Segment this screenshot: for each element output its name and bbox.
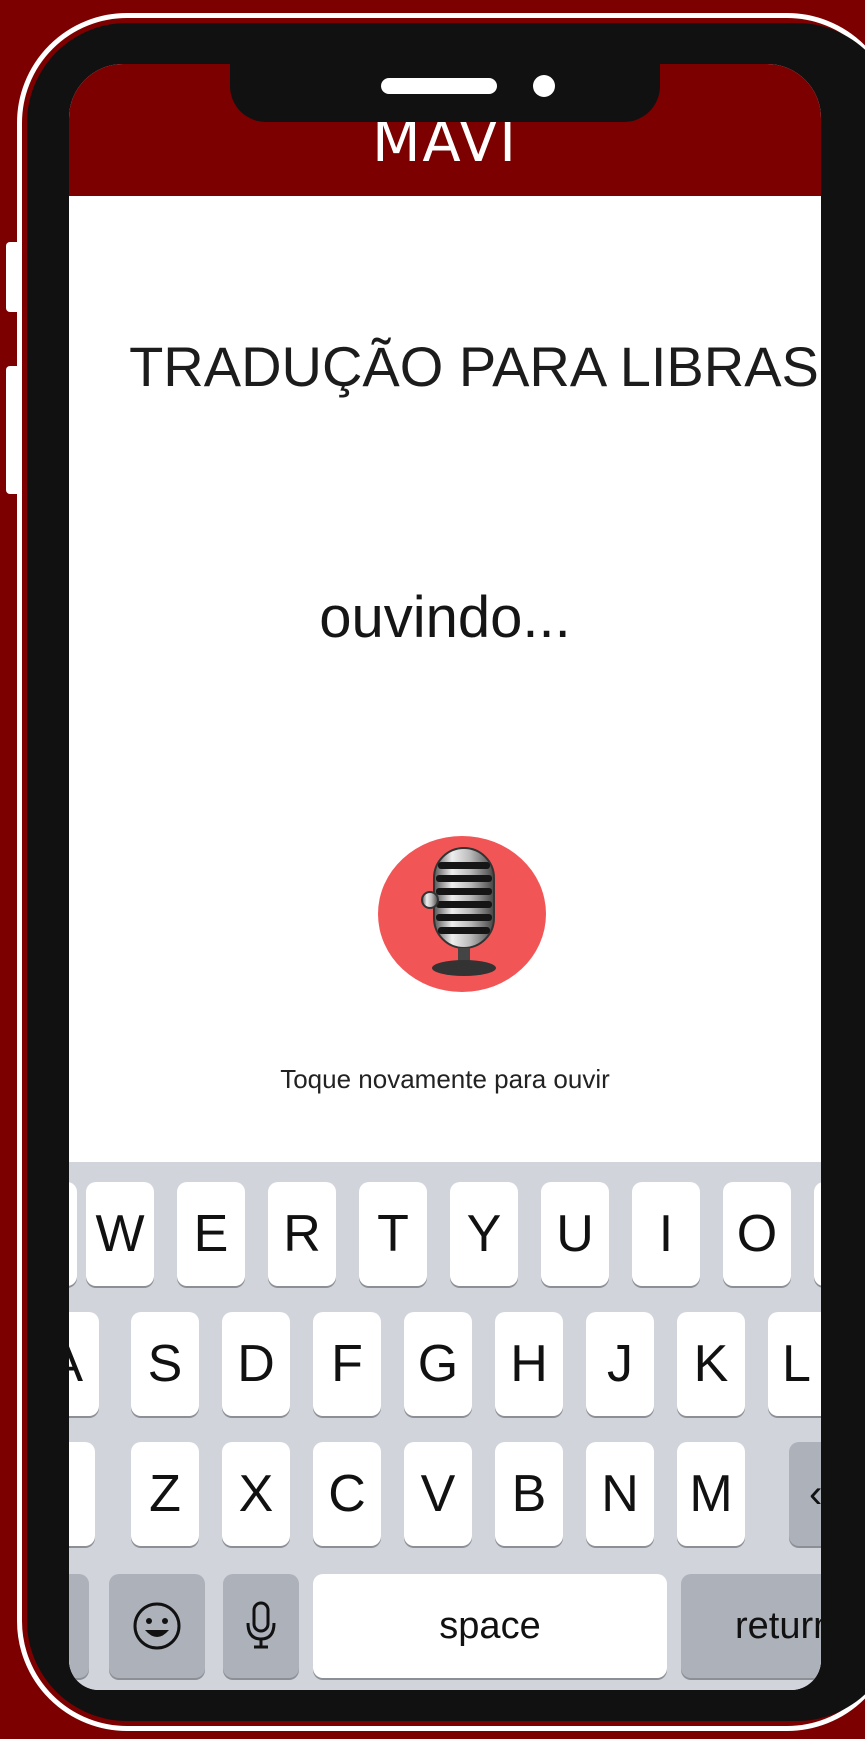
microphone-icon <box>421 847 496 976</box>
app-screen: M A V I TRADUÇÃO PARA LIBRAS ouvindo... Toq… <box>69 64 821 1690</box>
key-v[interactable]: V <box>404 1442 472 1546</box>
page-title: TRADUÇÃO PARA LIBRAS <box>129 335 819 398</box>
side-button-silent <box>6 242 18 312</box>
listening-status: ouvindo... <box>319 585 571 650</box>
key-s[interactable]: S <box>131 1312 199 1416</box>
hint-text: Toque novamente para ouvir <box>280 1064 610 1094</box>
microphone-button[interactable] <box>378 836 546 992</box>
microphone-icon <box>246 1601 276 1649</box>
key-backspace[interactable]: ‹ <box>789 1442 821 1546</box>
key-o[interactable]: O <box>723 1182 791 1286</box>
phone-camera <box>533 75 555 97</box>
key-j[interactable]: J <box>586 1312 654 1416</box>
key-g[interactable]: G <box>404 1312 472 1416</box>
side-button-volume <box>6 366 18 494</box>
key-u[interactable]: U <box>541 1182 609 1286</box>
key-t[interactable]: T <box>359 1182 427 1286</box>
key-l[interactable]: L <box>768 1312 821 1416</box>
key-return[interactable]: return <box>681 1574 821 1678</box>
key-r[interactable]: R <box>268 1182 336 1286</box>
key-w[interactable]: W <box>86 1182 154 1286</box>
key-y[interactable]: Y <box>450 1182 518 1286</box>
key-d[interactable]: D <box>222 1312 290 1416</box>
key-p[interactable] <box>814 1182 821 1286</box>
phone-speaker <box>381 78 497 94</box>
key-q[interactable] <box>69 1182 77 1286</box>
key-i[interactable]: I <box>632 1182 700 1286</box>
key-m[interactable]: M <box>677 1442 745 1546</box>
key-n[interactable]: N <box>586 1442 654 1546</box>
keyboard: W E R T Y U I O A S D F G H J K L Z X C … <box>69 1162 821 1690</box>
key-h[interactable]: H <box>495 1312 563 1416</box>
key-f[interactable]: F <box>313 1312 381 1416</box>
key-x[interactable]: X <box>222 1442 290 1546</box>
key-numbers[interactable]: 123 <box>69 1574 89 1678</box>
key-shift[interactable] <box>69 1442 95 1546</box>
key-b[interactable]: B <box>495 1442 563 1546</box>
key-emoji[interactable] <box>109 1574 205 1678</box>
key-dictation[interactable] <box>223 1574 299 1678</box>
key-k[interactable]: K <box>677 1312 745 1416</box>
key-c[interactable]: C <box>313 1442 381 1546</box>
key-e[interactable]: E <box>177 1182 245 1286</box>
key-z[interactable]: Z <box>131 1442 199 1546</box>
emoji-icon <box>133 1602 181 1650</box>
key-space[interactable]: space <box>313 1574 667 1678</box>
key-a[interactable]: A <box>69 1312 99 1416</box>
